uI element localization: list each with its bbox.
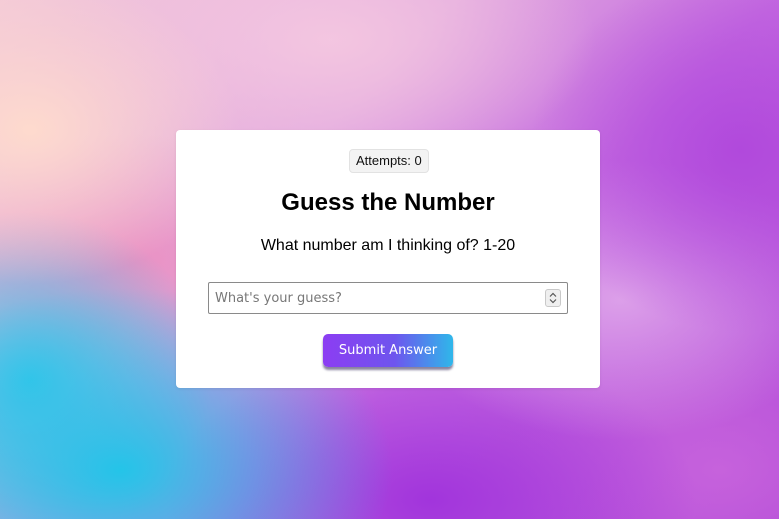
spin-up-down-icon[interactable]: [545, 289, 561, 307]
guess-field[interactable]: [208, 282, 568, 314]
game-card: Attempts: 0 Guess the Number What number…: [176, 130, 600, 388]
attempts-counter: Attempts: 0: [349, 149, 429, 173]
submit-answer-button[interactable]: Submit Answer: [323, 334, 453, 367]
page-title: Guess the Number: [281, 189, 495, 216]
guess-input[interactable]: [209, 283, 539, 313]
game-prompt: What number am I thinking of? 1-20: [260, 237, 516, 254]
